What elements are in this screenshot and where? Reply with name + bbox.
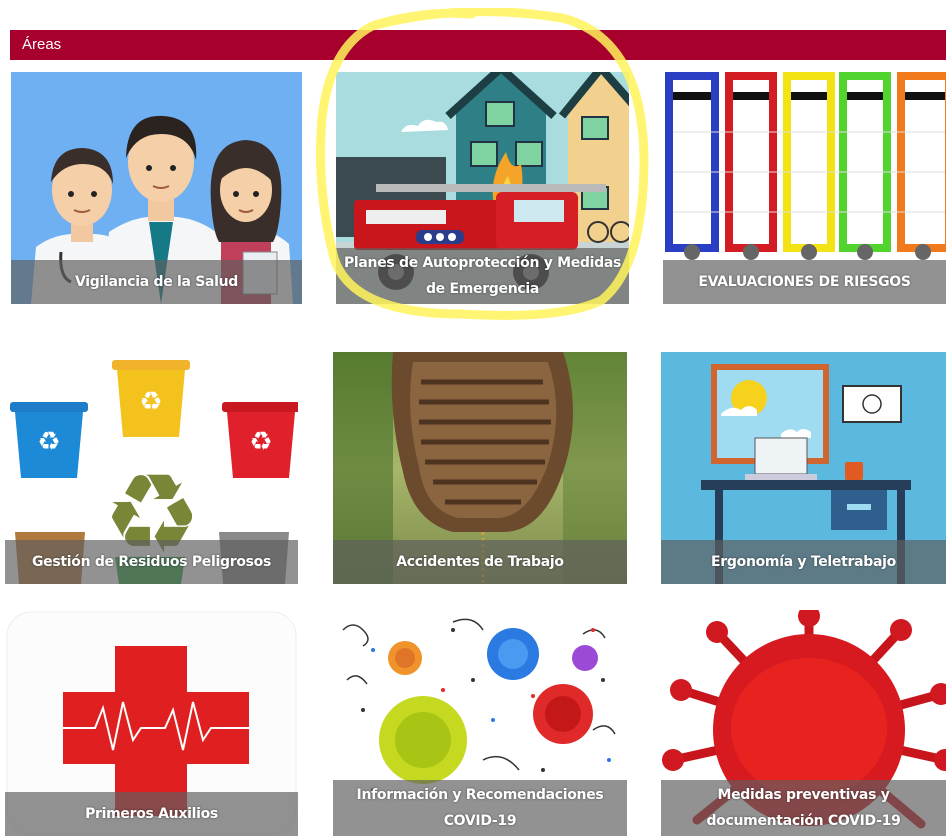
tile-vigilancia-salud[interactable]: Vigilancia de la Salud: [11, 72, 302, 304]
tile-caption: Información y Recomendaciones COVID-19: [333, 780, 627, 836]
tile-caption: Planes de Autoprotección y Medidas de Em…: [336, 248, 629, 304]
svg-text:♻: ♻: [249, 427, 272, 457]
tile-caption: Vigilancia de la Salud: [11, 260, 302, 304]
tile-primeros-auxilios[interactable]: Primeros Auxilios: [5, 610, 298, 836]
svg-text:♻: ♻: [139, 387, 162, 417]
section-header: Áreas: [10, 30, 946, 60]
tile-medidas-preventivas-covid[interactable]: Medidas preventivas y documentación COVI…: [661, 610, 946, 836]
tile-gestion-residuos[interactable]: ♻ ♻ ♻ ♻ ♻ Gestión de Residuos Peligrosos: [5, 352, 298, 584]
tile-caption: EVALUACIONES DE RIESGOS: [663, 260, 946, 304]
tile-accidentes-trabajo[interactable]: Accidentes de Trabajo: [333, 352, 627, 584]
tile-caption: Gestión de Residuos Peligrosos: [5, 540, 298, 584]
tile-caption: Primeros Auxilios: [5, 792, 298, 836]
tile-caption: Ergonomía y Teletrabajo: [661, 540, 946, 584]
svg-text:♻: ♻: [37, 427, 60, 457]
tile-caption: Medidas preventivas y documentación COVI…: [661, 780, 946, 836]
section-title: Áreas: [22, 36, 62, 53]
tile-informacion-covid[interactable]: Información y Recomendaciones COVID-19: [333, 610, 627, 836]
tile-evaluaciones-riesgos[interactable]: EVALUACIONES DE RIESGOS: [663, 72, 946, 304]
tile-planes-autoproteccion[interactable]: Planes de Autoprotección y Medidas de Em…: [336, 72, 629, 304]
tile-ergonomia-teletrabajo[interactable]: Ergonomía y Teletrabajo: [661, 352, 946, 584]
tile-caption: Accidentes de Trabajo: [333, 540, 627, 584]
